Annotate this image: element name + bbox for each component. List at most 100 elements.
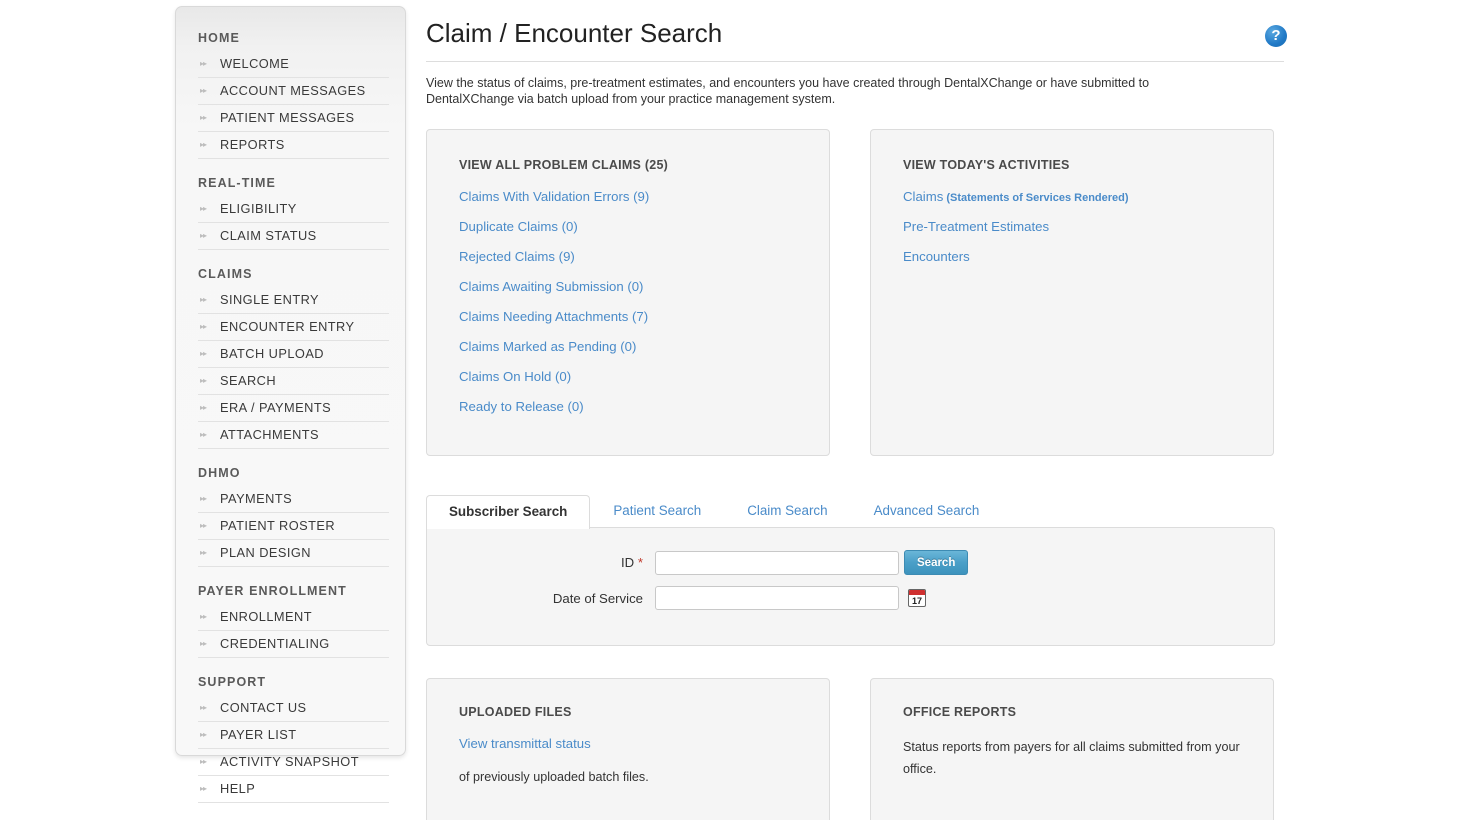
sidebar-item-label: PAYER LIST	[220, 727, 297, 742]
problem-claim-link[interactable]: Ready to Release (0)	[459, 399, 797, 414]
sidebar-item-label: PLAN DESIGN	[220, 545, 311, 560]
problem-claim-link[interactable]: Claims On Hold (0)	[459, 369, 797, 384]
tab-subscriber-search[interactable]: Subscriber Search	[426, 495, 591, 529]
problem-claim-link[interactable]: Claims Marked as Pending (0)	[459, 339, 797, 354]
sidebar-item-welcome[interactable]: ▸▸ WELCOME	[198, 51, 389, 78]
sidebar-item-label: REPORTS	[220, 137, 285, 152]
link-claims-today[interactable]: Claims (Statements of Services Rendered)	[903, 189, 1241, 204]
today-activities-card: VIEW TODAY'S ACTIVITIES Claims (Statemen…	[870, 129, 1274, 456]
tab-advanced-search[interactable]: Advanced Search	[851, 494, 1003, 528]
double-chevron-right-icon: ▸▸	[200, 139, 207, 149]
calendar-day-number: 17	[911, 596, 922, 606]
double-chevron-right-icon: ▸▸	[200, 375, 207, 385]
problem-claims-card: VIEW ALL PROBLEM CLAIMS (25) Claims With…	[426, 129, 830, 456]
sidebar-item-activity-snapshot[interactable]: ▸▸ ACTIVITY SNAPSHOT	[198, 749, 389, 776]
link-encounters[interactable]: Encounters	[903, 249, 1241, 264]
sidebar-item-enrollment[interactable]: ▸▸ ENROLLMENT	[198, 604, 389, 631]
problem-claims-link-list: Claims With Validation Errors (9) Duplica…	[459, 189, 797, 414]
sidebar-item-batch-upload[interactable]: ▸▸ BATCH UPLOAD	[198, 341, 389, 368]
sidebar-section-title: DHMO	[198, 466, 241, 480]
problem-claim-link[interactable]: Claims Awaiting Submission (0)	[459, 279, 797, 294]
tab-patient-search[interactable]: Patient Search	[590, 494, 724, 528]
sidebar-item-attachments[interactable]: ▸▸ ATTACHMENTS	[198, 422, 389, 449]
double-chevron-right-icon: ▸▸	[200, 638, 207, 648]
sidebar-item-reports[interactable]: ▸▸ REPORTS	[198, 132, 389, 159]
calendar-icon[interactable]: 17	[908, 589, 926, 607]
page-header: Claim / Encounter Search ? View the stat…	[426, 0, 1287, 107]
sidebar-item-credentialing[interactable]: ▸▸ CREDENTIALING	[198, 631, 389, 658]
id-form-row: ID * Search	[427, 550, 1274, 575]
sidebar-section-title: CLAIMS	[198, 267, 253, 281]
double-chevron-right-icon: ▸▸	[200, 321, 207, 331]
double-chevron-right-icon: ▸▸	[200, 756, 207, 766]
sidebar-item-payer-list[interactable]: ▸▸ PAYER LIST	[198, 722, 389, 749]
sidebar-item-label: CONTACT US	[220, 700, 307, 715]
main-content: Claim / Encounter Search ? View the stat…	[426, 0, 1460, 820]
sidebar-item-claim-status[interactable]: ▸▸ CLAIM STATUS	[198, 223, 389, 250]
summary-cards-row: VIEW ALL PROBLEM CLAIMS (25) Claims With…	[426, 129, 1460, 456]
double-chevron-right-icon: ▸▸	[200, 348, 207, 358]
sidebar-item-label: CREDENTIALING	[220, 636, 330, 651]
sidebar-item-label: SINGLE ENTRY	[220, 292, 320, 307]
sidebar-item-label: CLAIM STATUS	[220, 228, 317, 243]
sidebar-item-help[interactable]: ▸▸ HELP	[198, 776, 389, 803]
sidebar-group-real-time: REAL-TIME ▸▸ ELIGIBILITY ▸▸ CLAIM STATUS	[176, 174, 405, 250]
link-claims-label: Claims	[903, 189, 944, 204]
id-label: ID *	[427, 555, 655, 570]
double-chevron-right-icon: ▸▸	[200, 294, 207, 304]
sidebar-item-plan-design[interactable]: ▸▸ PLAN DESIGN	[198, 540, 389, 567]
sidebar-section-title: HOME	[198, 31, 240, 45]
problem-claim-link[interactable]: Rejected Claims (9)	[459, 249, 797, 264]
office-reports-title: OFFICE REPORTS	[903, 705, 1017, 719]
double-chevron-right-icon: ▸▸	[200, 402, 207, 412]
sidebar-item-era-payments[interactable]: ▸▸ ERA / PAYMENTS	[198, 395, 389, 422]
link-view-transmittal-status[interactable]: View transmittal status	[459, 736, 797, 751]
sidebar-item-encounter-entry[interactable]: ▸▸ ENCOUNTER ENTRY	[198, 314, 389, 341]
sidebar-item-label: ACCOUNT MESSAGES	[220, 83, 366, 98]
double-chevron-right-icon: ▸▸	[200, 702, 207, 712]
id-input[interactable]	[655, 550, 899, 575]
page-title: Claim / Encounter Search	[426, 18, 1284, 62]
problem-claim-link[interactable]: Claims With Validation Errors (9)	[459, 189, 797, 204]
office-reports-card: OFFICE REPORTS Status reports from payer…	[870, 678, 1274, 820]
help-circle-icon[interactable]: ?	[1265, 25, 1287, 47]
sidebar-item-label: HELP	[220, 781, 256, 796]
double-chevron-right-icon: ▸▸	[200, 493, 207, 503]
sidebar-item-label: BATCH UPLOAD	[220, 346, 325, 361]
double-chevron-right-icon: ▸▸	[200, 85, 207, 95]
sidebar-item-account-messages[interactable]: ▸▸ ACCOUNT MESSAGES	[198, 78, 389, 105]
sidebar-group-claims: CLAIMS ▸▸ SINGLE ENTRY ▸▸ ENCOUNTER ENTRY ▸▸ B…	[176, 265, 405, 449]
sidebar-item-label: WELCOME	[220, 56, 290, 71]
search-button[interactable]: Search	[904, 550, 969, 575]
double-chevron-right-icon: ▸▸	[200, 429, 207, 439]
double-chevron-right-icon: ▸▸	[200, 58, 207, 68]
problem-claim-link[interactable]: Duplicate Claims (0)	[459, 219, 797, 234]
page-root: HOME ▸▸ WELCOME ▸▸ ACCOUNT MESSAGES ▸▸ PATIENT…	[0, 0, 1460, 820]
uploaded-files-title: UPLOADED FILES	[459, 705, 572, 719]
sidebar-item-label: ENROLLMENT	[220, 609, 312, 624]
office-reports-text: Status reports from payers for all claim…	[903, 740, 1240, 776]
id-label-text: ID	[621, 555, 635, 570]
date-of-service-input[interactable]	[655, 586, 899, 610]
sidebar-item-label: ELIGIBILITY	[220, 201, 297, 216]
search-tabs-section: Subscriber Search Patient Search Claim Sea…	[426, 494, 1275, 646]
sidebar-section-title: REAL-TIME	[198, 176, 276, 190]
sidebar-group-support: SUPPORT ▸▸ CONTACT US ▸▸ PAYER LIST ▸▸ ACTIVIT…	[176, 673, 405, 803]
sidebar-item-single-entry[interactable]: ▸▸ SINGLE ENTRY	[198, 287, 389, 314]
problem-claim-link[interactable]: Claims Needing Attachments (7)	[459, 309, 797, 324]
uploaded-files-text: of previously uploaded batch files.	[459, 770, 649, 784]
sidebar-section-title: PAYER ENROLLMENT	[198, 584, 347, 598]
sidebar-item-eligibility[interactable]: ▸▸ ELIGIBILITY	[198, 196, 389, 223]
sidebar-navigation: HOME ▸▸ WELCOME ▸▸ ACCOUNT MESSAGES ▸▸ PATIENT…	[175, 6, 406, 803]
sidebar-item-payments[interactable]: ▸▸ PAYMENTS	[198, 486, 389, 513]
double-chevron-right-icon: ▸▸	[200, 230, 207, 240]
sidebar-item-patient-messages[interactable]: ▸▸ PATIENT MESSAGES	[198, 105, 389, 132]
sidebar-item-patient-roster[interactable]: ▸▸ PATIENT ROSTER	[198, 513, 389, 540]
sidebar-item-contact-us[interactable]: ▸▸ CONTACT US	[198, 695, 389, 722]
link-pretreatment-estimates[interactable]: Pre-Treatment Estimates	[903, 219, 1241, 234]
double-chevron-right-icon: ▸▸	[200, 783, 207, 793]
sidebar-item-label: PATIENT MESSAGES	[220, 110, 355, 125]
sidebar-item-search[interactable]: ▸▸ SEARCH	[198, 368, 389, 395]
sidebar-item-label: ERA / PAYMENTS	[220, 400, 332, 415]
tab-claim-search[interactable]: Claim Search	[724, 494, 850, 528]
